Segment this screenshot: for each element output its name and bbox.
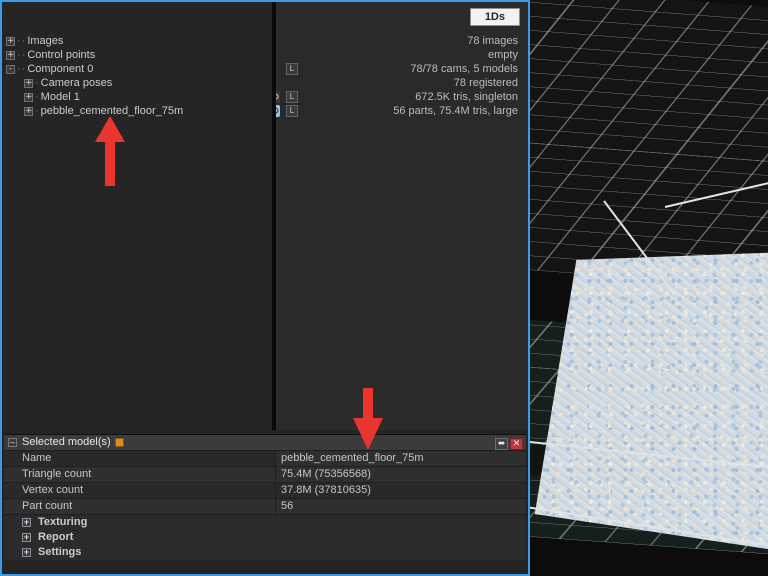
undock-button[interactable]: ⬌ <box>495 438 508 450</box>
expander-icon[interactable]: + <box>24 78 33 88</box>
tree-value-label: 78 images <box>467 35 518 47</box>
expander-icon[interactable]: + <box>24 106 33 116</box>
property-name: Triangle count <box>4 467 276 482</box>
property-row-vertex-count[interactable]: Vertex count 37.8M (37810635) <box>4 483 526 499</box>
panel-window-buttons: ⬌ ✕ <box>493 436 523 451</box>
scene-tree-labels-pane[interactable]: + ··Images + ··Control points - ··Component… <box>2 2 272 430</box>
property-name: Part count <box>4 499 276 514</box>
property-name: Vertex count <box>4 483 276 498</box>
tree-item-label: Model 1 <box>40 91 80 104</box>
tree-item-control-points[interactable]: + ··Control points <box>2 48 272 62</box>
tree-item-label: Component 0 <box>27 63 94 76</box>
section-settings[interactable]: + Settings <box>4 545 526 560</box>
expander-icon[interactable]: + <box>6 50 15 60</box>
visibility-eye-icon[interactable] <box>276 91 280 103</box>
section-texturing[interactable]: + Texturing <box>4 515 526 530</box>
layer-icon[interactable]: L <box>286 63 298 75</box>
property-value: 56 <box>281 500 294 512</box>
tree-item-component-0[interactable]: - ··Component 0 <box>2 62 272 76</box>
scene-tree-area: + ··Images + ··Control points - ··Component… <box>2 2 528 430</box>
property-row-part-count[interactable]: Part count 56 <box>4 499 526 515</box>
pin-icon[interactable] <box>114 437 124 447</box>
tree-value-label: 672.5K tris, singleton <box>415 91 518 103</box>
scene-tree-values-pane[interactable]: 1Ds 78 images empty L 78/78 cams, 5 mode… <box>276 2 528 430</box>
tree-item-pebble-cemented-floor-75m[interactable]: + ·pebble_cemented_floor_75m <box>2 104 272 118</box>
property-row-name[interactable]: Name pebble_cemented_floor_75m <box>4 451 526 467</box>
tree-item-label: Images <box>27 35 64 48</box>
visibility-eye-icon-active[interactable] <box>276 105 280 117</box>
close-button[interactable]: ✕ <box>510 438 523 450</box>
property-value: 37.8M (37810635) <box>281 484 371 496</box>
selected-models-panel: – Selected model(s) ⬌ ✕ Name pebble_cement… <box>4 434 526 560</box>
layer-icon[interactable]: L <box>286 91 298 103</box>
tree-value-row: L 672.5K tris, singleton <box>276 90 528 104</box>
tree-value-label: empty <box>488 49 518 61</box>
tree-value-row: L 56 parts, 75.4M tris, large <box>276 104 528 118</box>
property-name: Name <box>4 451 276 466</box>
property-row-triangle-count[interactable]: Triangle count 75.4M (75356568) <box>4 467 526 483</box>
expander-icon[interactable]: + <box>22 547 31 557</box>
expander-icon[interactable]: + <box>22 517 31 527</box>
expander-icon[interactable]: + <box>24 92 33 102</box>
section-label: Report <box>38 531 74 543</box>
expander-icon[interactable]: - <box>6 64 15 74</box>
3d-viewport[interactable] <box>530 0 768 576</box>
tree-item-model-1[interactable]: + ·Model 1 <box>2 90 272 104</box>
tree-item-label: Camera poses <box>40 77 113 90</box>
tree-value-row: 78 registered <box>276 76 528 90</box>
tree-value-label: 56 parts, 75.4M tris, large <box>393 105 518 117</box>
tree-value-row: L 78/78 cams, 5 models <box>276 62 528 76</box>
dataset-count-badge[interactable]: 1Ds <box>469 8 520 26</box>
tree-item-images[interactable]: + ··Images <box>2 34 272 48</box>
application-window: + ··Images + ··Control points - ··Component… <box>0 0 768 576</box>
expander-icon[interactable]: + <box>6 36 15 46</box>
tree-item-label: pebble_cemented_floor_75m <box>40 105 184 118</box>
tree-value-label: 78/78 cams, 5 models <box>410 63 518 75</box>
tree-value-label: 78 registered <box>453 77 518 89</box>
tree-item-camera-poses[interactable]: + ·Camera poses <box>2 76 272 90</box>
property-value: 75.4M (75356568) <box>281 468 371 480</box>
scene-dock-window: + ··Images + ··Control points - ··Component… <box>0 0 530 576</box>
panel-title-bar: – Selected model(s) ⬌ ✕ <box>4 435 526 451</box>
layer-icon[interactable]: L <box>286 105 298 117</box>
tree-value-row: 78 images <box>276 34 528 48</box>
property-value[interactable]: pebble_cemented_floor_75m <box>276 451 526 466</box>
section-label: Settings <box>38 546 82 558</box>
section-label: Texturing <box>38 516 88 528</box>
tree-value-row: empty <box>276 48 528 62</box>
section-report[interactable]: + Report <box>4 530 526 545</box>
collapse-icon[interactable]: – <box>8 437 17 447</box>
panel-title-label: Selected model(s) <box>22 436 111 448</box>
tree-item-label: Control points <box>27 49 96 62</box>
expander-icon[interactable]: + <box>22 532 31 542</box>
